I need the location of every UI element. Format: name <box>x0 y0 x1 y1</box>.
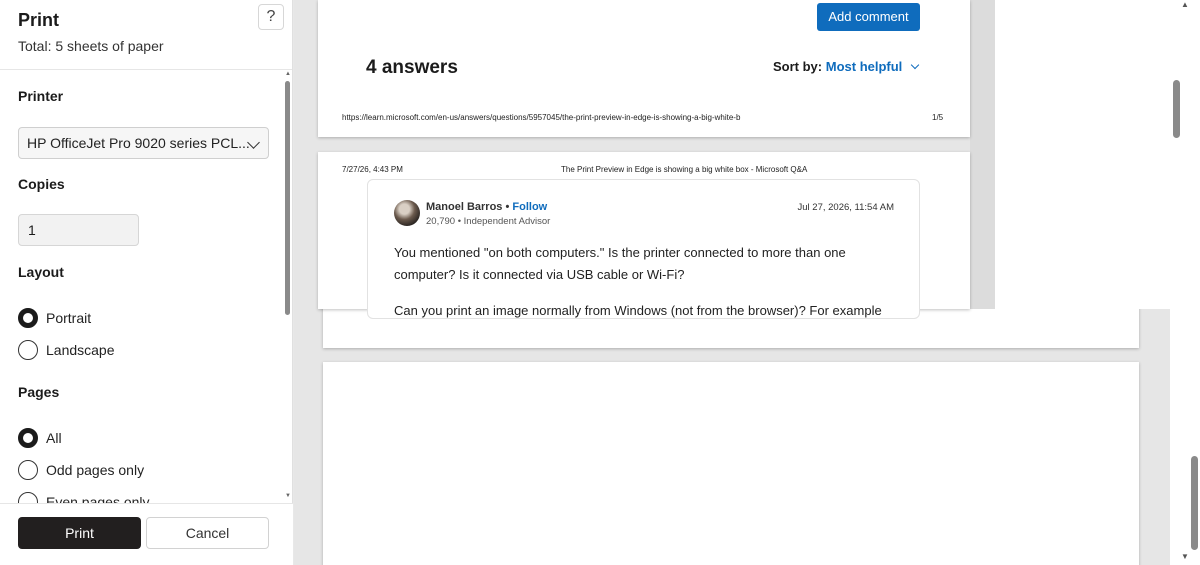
pages-option-all[interactable]: All <box>18 427 62 449</box>
scroll-up-icon[interactable]: ▲ <box>1170 0 1200 9</box>
pages-label: Pages <box>18 384 60 400</box>
radio-unchecked-icon <box>18 492 38 503</box>
pages-option-odd[interactable]: Odd pages only <box>18 459 144 481</box>
answers-heading: 4 answers <box>366 57 458 78</box>
pages-option-even[interactable]: Even pages only <box>18 491 150 503</box>
settings-scrollbar-thumb[interactable] <box>285 81 290 315</box>
printer-select[interactable]: HP OfficeJet Pro 9020 series PCL... <box>18 127 269 159</box>
preview-gutter <box>970 0 995 309</box>
panel-title: Print <box>18 10 60 30</box>
page-header-title: The Print Preview in Edge is showing a b… <box>561 165 808 174</box>
sort-by-value: Most helpful <box>825 59 903 74</box>
author-line: Manoel Barros • Follow <box>426 201 547 213</box>
page-footer-number: 1/5 <box>932 113 944 122</box>
help-button[interactable]: ? <box>258 4 284 30</box>
chevron-down-icon <box>910 60 920 70</box>
print-settings-panel: Print Total: 5 sheets of paper ? Printer… <box>0 0 293 565</box>
radio-unchecked-icon <box>18 460 38 480</box>
layout-option-portrait[interactable]: Portrait <box>18 307 91 329</box>
scroll-up-icon[interactable]: ▲ <box>284 71 292 77</box>
sort-by-label: Sort by: <box>773 59 823 74</box>
settings-scroll-area: Printer HP OfficeJet Pro 9020 series PCL… <box>0 71 293 503</box>
print-button[interactable]: Print <box>18 517 141 549</box>
answer-card: Manoel Barros • Follow 20,790 • Independ… <box>367 179 920 319</box>
pages-option-label: Odd pages only <box>46 462 145 478</box>
radio-checked-icon <box>18 428 38 448</box>
answer-text-continued: Can you print an image normally from Win… <box>394 303 882 318</box>
preview-scrollbar[interactable]: ▲ ▼ <box>1170 0 1200 565</box>
panel-header: Print Total: 5 sheets of paper ? <box>0 0 292 70</box>
settings-scrollbar[interactable]: ▲ ▼ <box>284 71 292 503</box>
preview-page-1: Add comment 4 answers Sort by: Most help… <box>318 0 970 137</box>
layout-option-label: Landscape <box>46 342 115 358</box>
page-header-date: 7/27/26, 4:43 PM <box>342 165 403 174</box>
sheet-count: Total: 5 sheets of paper <box>18 38 164 54</box>
follow-link: Follow <box>512 201 548 213</box>
preview-scrollbar-thumb[interactable] <box>1173 80 1180 138</box>
layout-label: Layout <box>18 264 64 280</box>
sort-by: Sort by: Most helpful <box>773 59 920 74</box>
add-comment-button: Add comment <box>817 3 920 31</box>
author-name: Manoel Barros <box>426 201 503 213</box>
printer-label: Printer <box>18 88 64 104</box>
avatar <box>394 200 420 226</box>
answer-date: Jul 27, 2026, 11:54 AM <box>797 202 894 213</box>
scroll-down-icon[interactable]: ▼ <box>1170 552 1200 561</box>
pages-option-label: All <box>46 430 62 446</box>
radio-unchecked-icon <box>18 340 38 360</box>
page-scrollbar-thumb[interactable] <box>1191 456 1198 550</box>
copies-input[interactable]: 1 <box>18 214 139 246</box>
copies-label: Copies <box>18 176 65 192</box>
cancel-button[interactable]: Cancel <box>146 517 269 549</box>
author-reputation: 20,790 • Independent Advisor <box>426 216 551 227</box>
answer-text: You mentioned "on both computers." Is th… <box>394 245 846 282</box>
pages-option-label: Even pages only <box>46 494 150 503</box>
layout-option-landscape[interactable]: Landscape <box>18 339 115 361</box>
layout-option-label: Portrait <box>46 310 92 326</box>
scroll-down-icon[interactable]: ▼ <box>284 493 292 499</box>
author-separator: • <box>502 201 513 213</box>
printer-select-value: HP OfficeJet Pro 9020 series PCL... <box>27 135 250 151</box>
preview-page-margin <box>995 0 1170 309</box>
page-footer-url: https://learn.microsoft.com/en-us/answer… <box>342 113 741 122</box>
panel-footer: Print Cancel <box>0 503 293 565</box>
radio-checked-icon <box>18 308 38 328</box>
print-preview-area[interactable]: Add comment 4 answers Sort by: Most help… <box>294 0 1170 565</box>
preview-page-blank <box>323 362 1139 565</box>
preview-page-2: 7/27/26, 4:43 PM The Print Preview in Ed… <box>318 152 970 319</box>
